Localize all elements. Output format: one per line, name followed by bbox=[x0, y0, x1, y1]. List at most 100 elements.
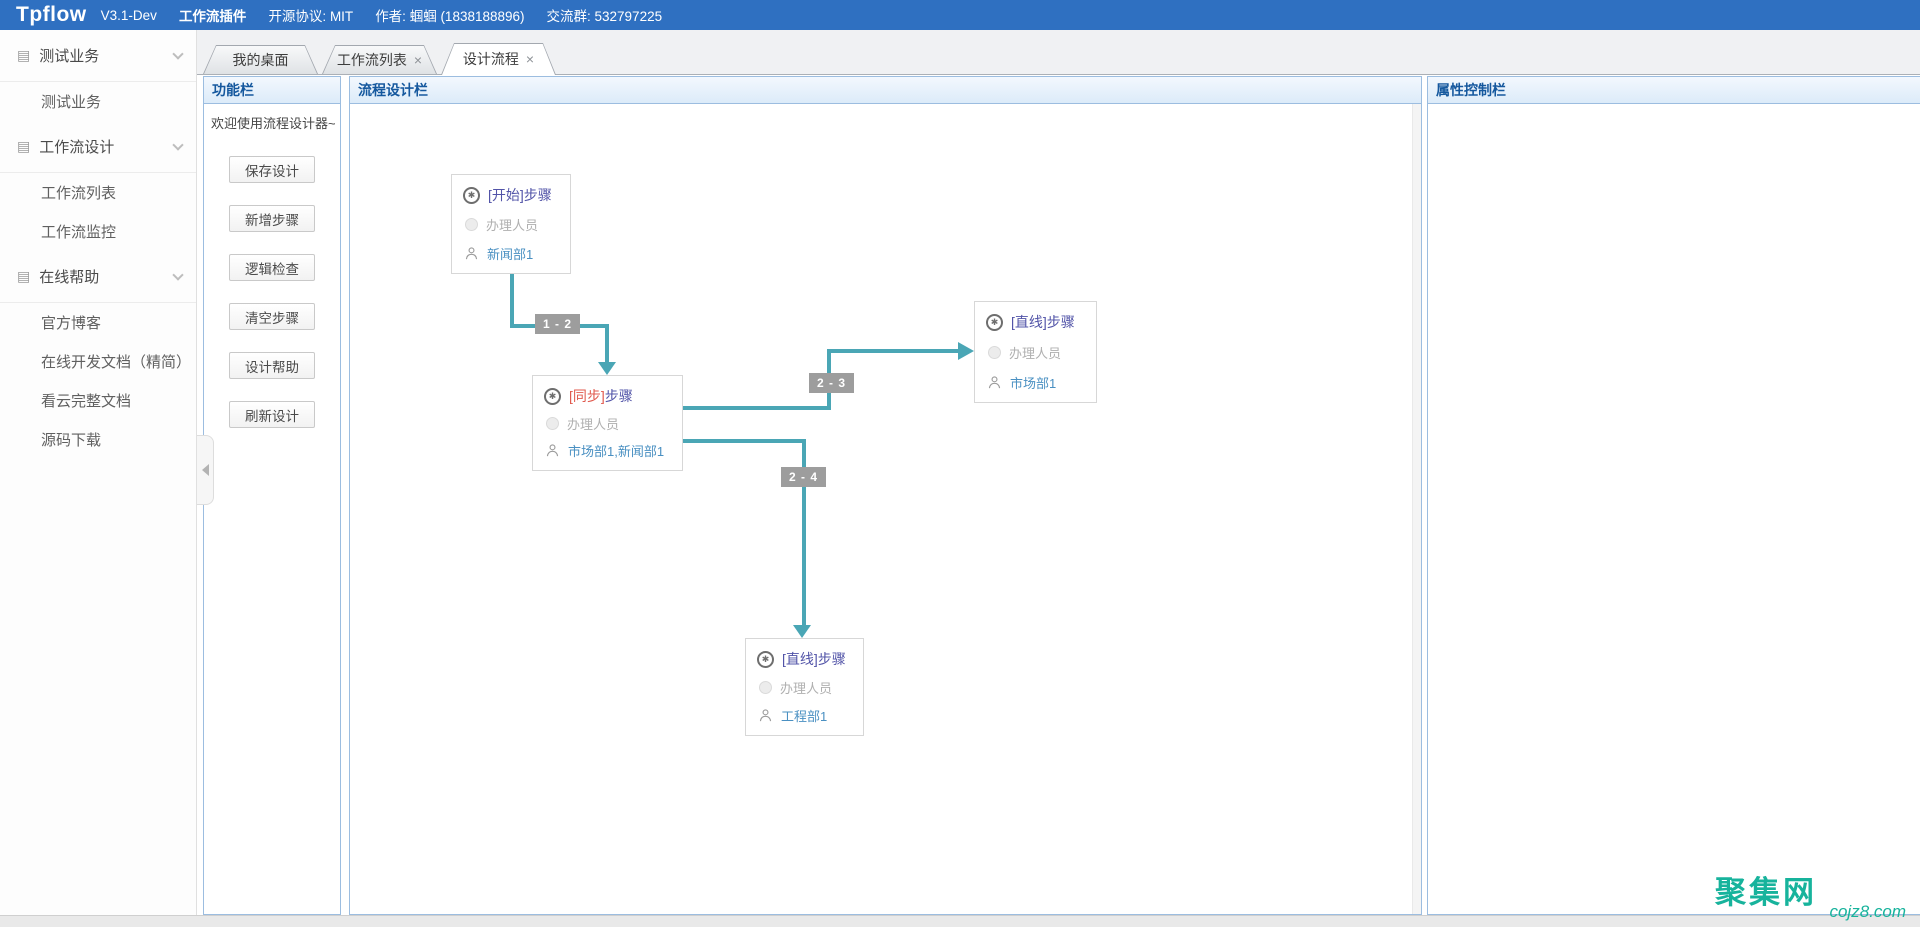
design-panel-header: 流程设计栏 bbox=[350, 77, 1421, 104]
step-icon: ✱ bbox=[986, 314, 1003, 331]
top-bar: Tpflow V3.1-Dev 工作流插件 开源协议: MIT 作者: 蝈蝈 (… bbox=[0, 0, 1920, 30]
sidebar-item-label: 工作流监控 bbox=[41, 221, 116, 242]
connector-line bbox=[510, 274, 514, 328]
function-panel: 功能栏 欢迎使用流程设计器~ 保存设计 新增步骤 逻辑检查 清空步骤 设计帮助 … bbox=[203, 76, 341, 915]
flow-node-line-bottom[interactable]: ✱ [直线]步骤 办理人员 工程部1 bbox=[745, 638, 864, 736]
connector-line bbox=[683, 439, 806, 443]
horizontal-scrollbar-strip bbox=[0, 915, 1920, 927]
sidebar: ▤ 测试业务 测试业务 ▤ 工作流设计 工作流列表 工作流监控 ▤ 在线帮助 官… bbox=[0, 30, 197, 915]
node-role: 办理人员 bbox=[780, 678, 832, 697]
module-icon: ▤ bbox=[17, 268, 30, 285]
connector-label-1-2[interactable]: 1 - 2 bbox=[535, 314, 580, 334]
person-icon bbox=[758, 708, 773, 723]
node-title: [直线]步骤 bbox=[1011, 312, 1075, 332]
node-role: 办理人员 bbox=[486, 215, 538, 234]
sidebar-group-label: 工作流设计 bbox=[39, 136, 114, 157]
connector-label-2-4[interactable]: 2 - 4 bbox=[781, 467, 826, 487]
role-icon bbox=[988, 346, 1001, 359]
sidebar-group-test-business[interactable]: ▤ 测试业务 bbox=[0, 30, 196, 82]
design-panel-title: 流程设计栏 bbox=[358, 80, 428, 100]
sidebar-group-online-help[interactable]: ▤ 在线帮助 bbox=[0, 251, 196, 303]
design-panel: 流程设计栏 1 - 2 2 - 3 2 - 4 ✱ bbox=[349, 76, 1422, 915]
node-title: [同步]步骤 bbox=[569, 386, 633, 406]
arrow-right-icon bbox=[958, 342, 974, 360]
function-panel-title: 功能栏 bbox=[212, 80, 254, 100]
save-design-button[interactable]: 保存设计 bbox=[229, 156, 315, 183]
close-icon[interactable]: × bbox=[414, 53, 422, 67]
arrow-down-icon bbox=[793, 625, 811, 638]
connector-line bbox=[827, 349, 958, 353]
tab-workflow-list[interactable]: 工作流列表 × bbox=[322, 45, 437, 74]
node-title: [直线]步骤 bbox=[782, 649, 846, 669]
watermark-site-name: 聚集网 bbox=[1715, 867, 1817, 912]
sidebar-item-label: 源码下载 bbox=[41, 429, 101, 450]
design-help-button[interactable]: 设计帮助 bbox=[229, 352, 315, 379]
qq-group-text: 交流群: 532797225 bbox=[547, 5, 663, 25]
property-panel-header: 属性控制栏 bbox=[1428, 77, 1920, 104]
property-panel: 属性控制栏 bbox=[1427, 76, 1920, 915]
node-role: 办理人员 bbox=[1009, 343, 1061, 362]
arrow-down-icon bbox=[598, 362, 616, 375]
flow-node-start[interactable]: ✱ [开始]步骤 办理人员 新闻部1 bbox=[451, 174, 571, 274]
connector-label-2-3[interactable]: 2 - 3 bbox=[809, 373, 854, 393]
property-panel-title: 属性控制栏 bbox=[1436, 80, 1506, 100]
module-icon: ▤ bbox=[17, 138, 30, 155]
chevron-down-icon bbox=[172, 48, 183, 59]
sidebar-group-label: 测试业务 bbox=[39, 45, 99, 66]
welcome-text: 欢迎使用流程设计器~ bbox=[204, 104, 340, 134]
clear-steps-button[interactable]: 清空步骤 bbox=[229, 303, 315, 330]
connector-line bbox=[605, 324, 609, 364]
tab-label: 设计流程 bbox=[463, 49, 519, 69]
person-icon bbox=[545, 443, 560, 458]
sidebar-item-source-download[interactable]: 源码下载 bbox=[0, 420, 196, 459]
role-icon bbox=[759, 681, 772, 694]
sidebar-item-label: 在线开发文档（精简） bbox=[41, 351, 191, 372]
sidebar-item-test-business[interactable]: 测试业务 bbox=[0, 82, 196, 121]
node-role: 办理人员 bbox=[567, 414, 619, 433]
role-icon bbox=[546, 417, 559, 430]
refresh-design-button[interactable]: 刷新设计 bbox=[229, 401, 315, 428]
flow-node-sync[interactable]: ✱ [同步]步骤 办理人员 市场部1,新闻部1 bbox=[532, 375, 683, 471]
author-text: 作者: 蝈蝈 (1838188896) bbox=[375, 5, 524, 25]
sidebar-group-label: 在线帮助 bbox=[39, 266, 99, 287]
function-panel-header: 功能栏 bbox=[204, 77, 340, 104]
sidebar-item-label: 测试业务 bbox=[41, 91, 101, 112]
node-title: [开始]步骤 bbox=[488, 185, 552, 205]
step-icon: ✱ bbox=[757, 651, 774, 668]
flow-canvas[interactable]: 1 - 2 2 - 3 2 - 4 ✱ [开始]步骤 办理人员 bbox=[350, 104, 1421, 914]
property-panel-body bbox=[1428, 104, 1920, 914]
node-assignee: 市场部1 bbox=[1010, 373, 1056, 392]
tab-my-desktop[interactable]: 我的桌面 bbox=[203, 45, 318, 74]
person-icon bbox=[464, 246, 479, 261]
logic-check-button[interactable]: 逻辑检查 bbox=[229, 254, 315, 281]
connector-line bbox=[683, 406, 831, 410]
sidebar-item-label: 工作流列表 bbox=[41, 182, 116, 203]
collapse-left-icon bbox=[202, 464, 209, 476]
watermark-site-domain: cojz8.com bbox=[1829, 902, 1906, 922]
sidebar-item-workflow-list[interactable]: 工作流列表 bbox=[0, 173, 196, 212]
sidebar-item-workflow-monitor[interactable]: 工作流监控 bbox=[0, 212, 196, 251]
module-icon: ▤ bbox=[17, 47, 30, 64]
add-step-button[interactable]: 新增步骤 bbox=[229, 205, 315, 232]
sidebar-group-workflow-design[interactable]: ▤ 工作流设计 bbox=[0, 121, 196, 173]
tab-design-flow[interactable]: 设计流程 × bbox=[441, 43, 556, 75]
chevron-down-icon bbox=[172, 269, 183, 280]
app-subtitle: 工作流插件 bbox=[179, 5, 247, 25]
tab-label: 工作流列表 bbox=[337, 50, 407, 70]
node-assignee: 工程部1 bbox=[781, 706, 827, 725]
role-icon bbox=[465, 218, 478, 231]
step-icon: ✱ bbox=[544, 388, 561, 405]
flow-node-line-right[interactable]: ✱ [直线]步骤 办理人员 市场部1 bbox=[974, 301, 1097, 403]
sidebar-item-online-docs[interactable]: 在线开发文档（精简） bbox=[0, 342, 196, 381]
design-panel-scrollbar[interactable] bbox=[1412, 104, 1421, 914]
app-version: V3.1-Dev bbox=[101, 8, 157, 23]
license-text: 开源协议: MIT bbox=[268, 5, 353, 25]
tab-label: 我的桌面 bbox=[233, 50, 289, 70]
tab-bar: 我的桌面 工作流列表 × 设计流程 × bbox=[197, 30, 1920, 75]
sidebar-item-official-blog[interactable]: 官方博客 bbox=[0, 303, 196, 342]
step-icon: ✱ bbox=[463, 187, 480, 204]
person-icon bbox=[987, 375, 1002, 390]
close-icon[interactable]: × bbox=[526, 52, 534, 66]
sidebar-item-kancloud-docs[interactable]: 看云完整文档 bbox=[0, 381, 196, 420]
sidebar-collapse-handle[interactable] bbox=[197, 435, 214, 505]
